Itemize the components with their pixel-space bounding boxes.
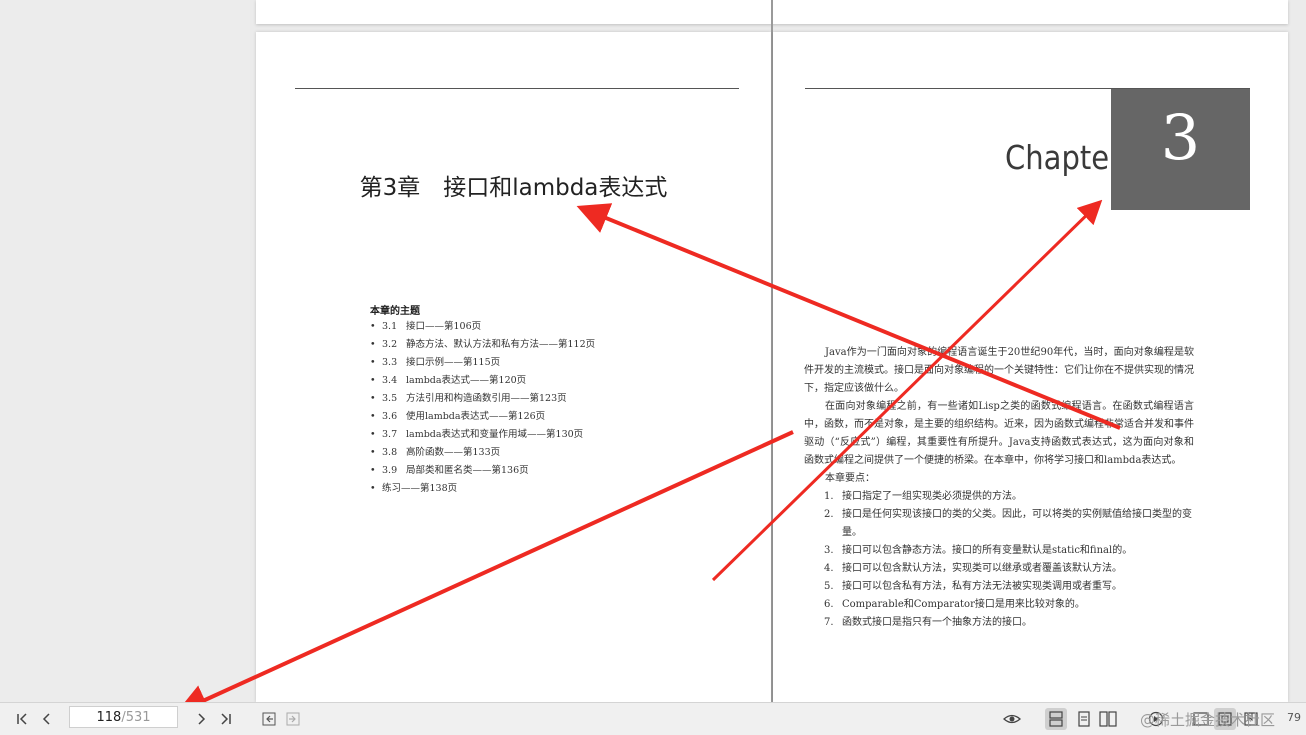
single-page-icon [1078, 711, 1090, 727]
annotation-arrow-chapter [711, 199, 1103, 582]
eye-icon [1003, 714, 1021, 724]
prev-page-button[interactable] [36, 708, 58, 730]
annotation-arrow-page-number [175, 430, 794, 715]
prev-page-icon [42, 713, 50, 725]
next-page-icon [198, 713, 206, 725]
zoom-level[interactable]: 79 [1287, 711, 1301, 724]
forward-icon [286, 712, 300, 726]
next-page-button[interactable] [190, 708, 212, 730]
annotation-arrow-title [576, 203, 1121, 430]
last-page-icon [221, 713, 231, 725]
back-icon [262, 712, 276, 726]
last-page-button[interactable] [214, 708, 236, 730]
continuous-scroll-button[interactable] [1045, 708, 1067, 730]
two-page-button[interactable] [1097, 708, 1119, 730]
read-mode-button[interactable] [1001, 708, 1023, 730]
bottom-toolbar: 118/531 @稀土掘金技术社区 79 [0, 702, 1306, 735]
watermark: @稀土掘金技术社区 [1140, 711, 1276, 729]
two-page-icon [1099, 711, 1117, 727]
first-page-button[interactable] [12, 708, 34, 730]
back-button[interactable] [258, 708, 280, 730]
single-page-button[interactable] [1073, 708, 1095, 730]
page-number-field[interactable]: 118/531 [69, 706, 178, 728]
annotation-overlay [175, 199, 1121, 715]
forward-button[interactable] [282, 708, 304, 730]
first-page-icon [17, 713, 27, 725]
total-pages: /531 [121, 709, 151, 725]
continuous-scroll-icon [1049, 711, 1063, 727]
current-page: 118 [96, 709, 122, 725]
